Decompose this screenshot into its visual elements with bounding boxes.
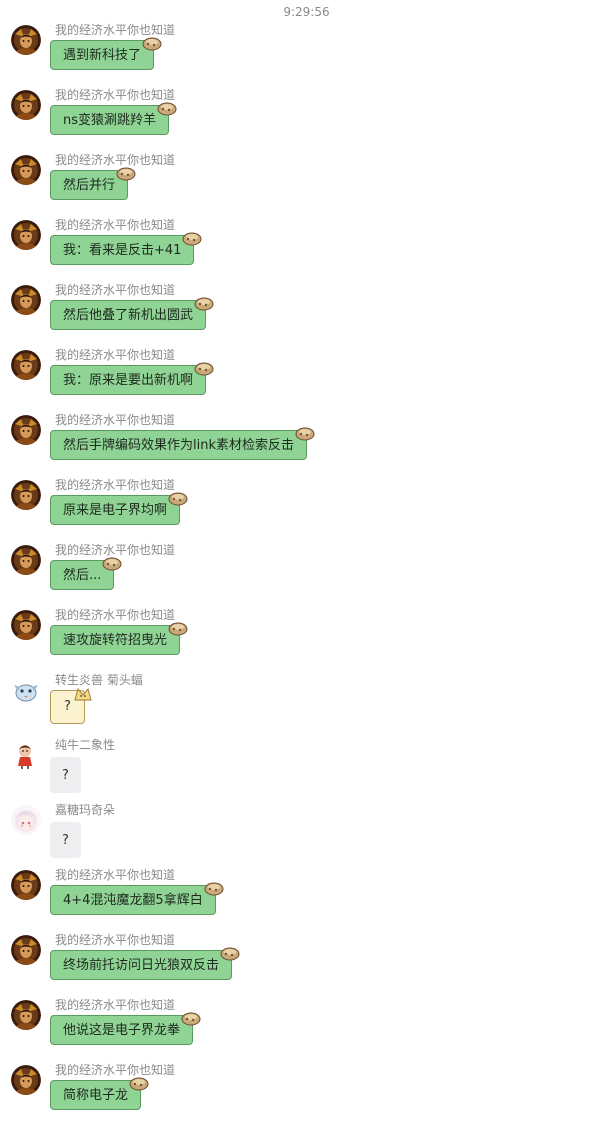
- chat-message: 我的经济水平你也知道 ns变猿涮跳羚羊: [0, 88, 613, 148]
- message-text: 速攻旋转符招曳光: [63, 633, 168, 648]
- bubble-sticker-icon: [180, 1008, 202, 1026]
- chat-message: 我的经济水平你也知道终场前托访问日光狼双反击: [0, 933, 613, 993]
- chat-message: 我的经济水平你也知道 速攻旋转符招曳光: [0, 608, 613, 668]
- sender-name[interactable]: 我的经济水平你也知道: [55, 608, 175, 622]
- portrait-avatar[interactable]: [11, 285, 41, 315]
- chat-message: 我的经济水平你也知道 遇到新科技了: [0, 23, 613, 83]
- bubble-sticker-icon: [141, 33, 163, 51]
- message-bubble[interactable]: 然后手牌编码效果作为link素材检索反击: [50, 427, 315, 460]
- chat-message: 转生炎兽 菊头蝠?: [0, 673, 613, 733]
- portrait-avatar[interactable]: [11, 350, 41, 380]
- message-text: ?: [62, 833, 69, 848]
- message-text: 他说这是电子界龙拳: [63, 1023, 181, 1038]
- chat-message: 我的经济水平你也知道他说这是电子界龙拳: [0, 998, 613, 1058]
- message-text: 终场前托访问日光狼双反击: [63, 958, 220, 973]
- message-text: 4+4混沌魔龙翻5拿辉白: [63, 893, 203, 908]
- message-bubble[interactable]: ns变猿涮跳羚羊: [50, 102, 177, 135]
- sender-name[interactable]: 转生炎兽 菊头蝠: [55, 673, 143, 687]
- portrait-avatar[interactable]: [11, 545, 41, 575]
- message-bubble[interactable]: ?: [50, 757, 81, 793]
- sender-name[interactable]: 我的经济水平你也知道: [55, 478, 175, 492]
- message-text: 我：原来是要出新机啊: [63, 373, 194, 388]
- chat-message: 我的经济水平你也知道我：看来是反击+41: [0, 218, 613, 278]
- bubble-sticker-icon: [167, 488, 189, 506]
- chat-message: 我的经济水平你也知道简称电子龙: [0, 1063, 613, 1123]
- bird-avatar[interactable]: [11, 675, 41, 705]
- bubble-sticker-icon: [128, 1073, 150, 1091]
- sender-name[interactable]: 我的经济水平你也知道: [55, 413, 175, 427]
- cartoon-avatar[interactable]: [11, 740, 41, 770]
- message-text: 然后...: [63, 568, 102, 583]
- message-text: ?: [62, 768, 69, 783]
- message-bubble[interactable]: 我：看来是反击+41: [50, 232, 202, 265]
- message-bubble[interactable]: ?: [50, 687, 92, 724]
- portrait-avatar[interactable]: [11, 220, 41, 250]
- message-bubble[interactable]: 终场前托访问日光狼双反击: [50, 947, 240, 980]
- sender-name[interactable]: 我的经济水平你也知道: [55, 218, 175, 232]
- chat-message: 纯牛二象性?: [0, 738, 613, 798]
- message-text: 我：看来是反击+41: [63, 243, 182, 258]
- message-text: 遇到新科技了: [63, 48, 142, 63]
- sender-name[interactable]: 我的经济水平你也知道: [55, 1063, 175, 1077]
- message-bubble[interactable]: 然后...: [50, 557, 122, 590]
- chat-message: 我的经济水平你也知道 然后...: [0, 543, 613, 603]
- message-bubble[interactable]: 原来是电子界均啊: [50, 492, 188, 525]
- message-bubble[interactable]: 我：原来是要出新机啊: [50, 362, 214, 395]
- message-bubble[interactable]: 简称电子龙: [50, 1077, 149, 1110]
- portrait-avatar[interactable]: [11, 870, 41, 900]
- message-text: 然后他叠了新机出圆武: [63, 308, 194, 323]
- portrait-avatar[interactable]: [11, 90, 41, 120]
- message-text: ?: [64, 699, 71, 714]
- bubble-sticker-icon: [193, 293, 215, 311]
- message-text: 然后并行: [63, 178, 116, 193]
- portrait-avatar[interactable]: [11, 415, 41, 445]
- sender-name[interactable]: 我的经济水平你也知道: [55, 998, 175, 1012]
- portrait-avatar[interactable]: [11, 935, 41, 965]
- sender-name[interactable]: 我的经济水平你也知道: [55, 933, 175, 947]
- message-text: 原来是电子界均啊: [63, 503, 168, 518]
- bubble-sticker-icon: [294, 423, 316, 441]
- message-bubble[interactable]: 他说这是电子界龙拳: [50, 1012, 201, 1045]
- portrait-avatar[interactable]: [11, 25, 41, 55]
- chat-message: 我的经济水平你也知道然后手牌编码效果作为link素材检索反击: [0, 413, 613, 473]
- sender-name[interactable]: 嘉糖玛奇朵: [55, 803, 115, 817]
- sender-name[interactable]: 我的经济水平你也知道: [55, 283, 175, 297]
- chat-message: 嘉糖玛奇朵?: [0, 803, 613, 863]
- message-text: 简称电子龙: [63, 1088, 129, 1103]
- chat-message: 我的经济水平你也知道 原来是电子界均啊: [0, 478, 613, 538]
- bubble-sticker-icon: [193, 358, 215, 376]
- message-text: 然后手牌编码效果作为link素材检索反击: [63, 438, 294, 453]
- chat-message: 我的经济水平你也知道我：原来是要出新机啊: [0, 348, 613, 408]
- chat-message: 我的经济水平你也知道 然后并行: [0, 153, 613, 213]
- timestamp: 9:29:56: [283, 5, 330, 19]
- portrait-avatar[interactable]: [11, 480, 41, 510]
- portrait-avatar[interactable]: [11, 610, 41, 640]
- bubble-sticker-icon: [101, 553, 123, 571]
- bubble-sticker-icon: [219, 943, 241, 961]
- sender-name[interactable]: 我的经济水平你也知道: [55, 868, 175, 882]
- message-text: ns变猿涮跳羚羊: [63, 113, 157, 128]
- message-bubble[interactable]: 遇到新科技了: [50, 37, 162, 70]
- anime-avatar[interactable]: [11, 805, 41, 835]
- portrait-avatar[interactable]: [11, 1065, 41, 1095]
- bubble-sticker-icon: [167, 618, 189, 636]
- chat-message: 我的经济水平你也知道 4+4混沌魔龙翻5拿辉白: [0, 868, 613, 928]
- bubble-sticker-icon: [203, 878, 225, 896]
- bubble-sticker-icon: [181, 228, 203, 246]
- message-bubble[interactable]: 4+4混沌魔龙翻5拿辉白: [50, 882, 224, 915]
- sender-name[interactable]: 纯牛二象性: [55, 738, 115, 752]
- portrait-avatar[interactable]: [11, 155, 41, 185]
- bubble-sticker-icon: [72, 683, 94, 701]
- portrait-avatar[interactable]: [11, 1000, 41, 1030]
- sender-name[interactable]: 我的经济水平你也知道: [55, 348, 175, 362]
- chat-message: 我的经济水平你也知道然后他叠了新机出圆武: [0, 283, 613, 343]
- bubble-sticker-icon: [115, 163, 137, 181]
- message-bubble[interactable]: 然后他叠了新机出圆武: [50, 297, 214, 330]
- message-bubble[interactable]: 速攻旋转符招曳光: [50, 622, 188, 655]
- message-bubble[interactable]: ?: [50, 822, 81, 858]
- message-bubble[interactable]: 然后并行: [50, 167, 136, 200]
- bubble-sticker-icon: [156, 98, 178, 116]
